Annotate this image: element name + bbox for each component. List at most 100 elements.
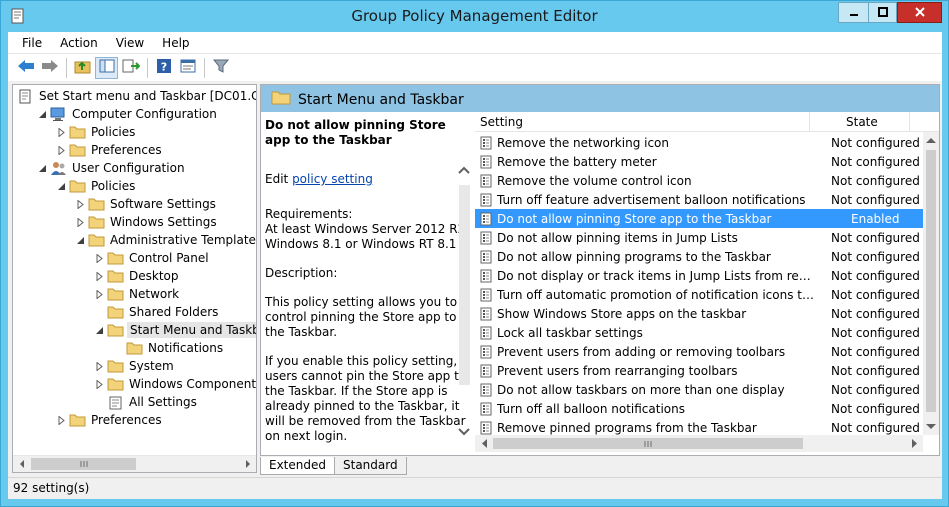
tree-node[interactable]: Policies bbox=[55, 177, 137, 195]
tree-node[interactable]: System bbox=[93, 357, 176, 375]
tree-node[interactable]: Preferences bbox=[55, 141, 164, 159]
scroll-up-arrow-icon[interactable] bbox=[458, 163, 470, 177]
tree-collapsed-icon[interactable] bbox=[93, 252, 105, 264]
tree-node[interactable]: Preferences bbox=[55, 411, 164, 429]
setting-state: Not configured bbox=[831, 382, 920, 397]
filter-button[interactable] bbox=[209, 57, 232, 79]
column-header-setting[interactable]: Setting bbox=[475, 112, 810, 131]
tree-horizontal-scrollbar[interactable] bbox=[13, 455, 256, 472]
tree-node[interactable]: All Settings bbox=[93, 393, 199, 411]
list-item[interactable]: Do not allow taskbars on more than one d… bbox=[475, 380, 923, 399]
list-item[interactable]: Do not display or track items in Jump Li… bbox=[475, 266, 923, 285]
scroll-right-arrow-icon[interactable] bbox=[239, 456, 256, 472]
policy-setting-icon bbox=[479, 174, 493, 188]
toolbar-separator bbox=[147, 57, 148, 78]
tree-node[interactable]: Computer Configuration bbox=[36, 105, 219, 123]
list-item[interactable]: Turn off all balloon notifications Not co… bbox=[475, 399, 923, 418]
tree-node-label: Preferences bbox=[91, 413, 162, 427]
tree-expanded-icon[interactable] bbox=[74, 234, 86, 246]
tree-node[interactable]: Set Start menu and Taskbar [DC01.CORP bbox=[17, 87, 256, 105]
list-item[interactable]: Remove the battery meter Not configured bbox=[475, 152, 923, 171]
list-item[interactable]: Remove the networking icon Not configured bbox=[475, 133, 923, 152]
list-item[interactable]: Do not allow pinning Store app to the Ta… bbox=[475, 209, 923, 228]
tree-node[interactable]: User Configuration bbox=[36, 159, 187, 177]
export-list-button[interactable] bbox=[119, 57, 142, 79]
policy-setting-icon bbox=[479, 231, 493, 245]
tree-expanded-icon[interactable] bbox=[36, 162, 48, 174]
scroll-left-arrow-icon[interactable] bbox=[13, 456, 30, 472]
minimize-button[interactable] bbox=[838, 2, 868, 23]
folder-icon bbox=[69, 143, 86, 158]
up-one-level-button[interactable] bbox=[71, 57, 94, 79]
list-item[interactable]: Turn off feature advertisement balloon n… bbox=[475, 190, 923, 209]
tree-collapsed-icon[interactable] bbox=[93, 378, 105, 390]
tree-node[interactable]: Shared Folders bbox=[93, 303, 220, 321]
tree-node[interactable]: Control Panel bbox=[93, 249, 211, 267]
tree-collapsed-icon[interactable] bbox=[74, 216, 86, 228]
scroll-up-arrow-icon[interactable] bbox=[926, 136, 936, 144]
title-bar[interactable]: Group Policy Management Editor bbox=[1, 1, 948, 32]
tree-node[interactable]: Start Menu and Taskbar bbox=[93, 321, 256, 339]
forward-button[interactable] bbox=[38, 57, 61, 79]
tree-node[interactable]: Notifications bbox=[112, 339, 225, 357]
list-item[interactable]: Prevent users from rearranging toolbars N… bbox=[475, 361, 923, 380]
setting-state: Not configured bbox=[831, 268, 920, 283]
policy-setting-link[interactable]: policy setting bbox=[292, 172, 373, 186]
list-scroll-thumb[interactable] bbox=[926, 150, 936, 412]
tree-node-label: Start Menu and Taskbar bbox=[127, 322, 256, 338]
list-hscroll-thumb[interactable] bbox=[493, 438, 803, 449]
show-hide-tree-button[interactable] bbox=[95, 56, 118, 79]
list-item[interactable]: Prevent users from adding or removing to… bbox=[475, 342, 923, 361]
description-scroll-thumb[interactable] bbox=[459, 185, 470, 385]
tree-pane[interactable]: Set Start menu and Taskbar [DC01.CORP Com… bbox=[12, 84, 257, 473]
client-area: Set Start menu and Taskbar [DC01.CORP Com… bbox=[8, 81, 942, 477]
list-item[interactable]: Lock all taskbar settings Not configured bbox=[475, 323, 923, 342]
tree-node-label: Desktop bbox=[129, 269, 179, 283]
tree-node[interactable]: Desktop bbox=[93, 267, 181, 285]
tab-standard[interactable]: Standard bbox=[334, 457, 407, 475]
tree-scroll-thumb[interactable] bbox=[31, 458, 136, 470]
menu-help[interactable]: Help bbox=[160, 35, 191, 51]
tree-expanded-icon[interactable] bbox=[93, 324, 105, 336]
list-item[interactable]: Do not allow pinning items in Jump Lists… bbox=[475, 228, 923, 247]
tree-collapsed-icon[interactable] bbox=[55, 414, 67, 426]
scroll-down-arrow-icon[interactable] bbox=[458, 425, 470, 439]
folder-icon bbox=[88, 233, 105, 248]
menu-file[interactable]: File bbox=[20, 35, 44, 51]
tree-node[interactable]: Windows Components bbox=[93, 375, 256, 393]
description-scrollbar[interactable] bbox=[456, 155, 473, 445]
tree-collapsed-icon[interactable] bbox=[55, 126, 67, 138]
tree-node[interactable]: Windows Settings bbox=[74, 213, 219, 231]
list-horizontal-scrollbar[interactable] bbox=[475, 435, 923, 452]
tree-collapsed-icon[interactable] bbox=[93, 270, 105, 282]
menu-action[interactable]: Action bbox=[58, 35, 100, 51]
scroll-left-arrow-icon[interactable] bbox=[480, 439, 488, 448]
tree-collapsed-icon[interactable] bbox=[93, 288, 105, 300]
list-item[interactable]: Show Windows Store apps on the taskbar No… bbox=[475, 304, 923, 323]
help-button[interactable]: ? bbox=[152, 57, 175, 79]
scroll-down-arrow-icon[interactable] bbox=[926, 423, 936, 431]
maximize-button[interactable] bbox=[868, 2, 897, 23]
tree-node[interactable]: Software Settings bbox=[74, 195, 218, 213]
tree-collapsed-icon[interactable] bbox=[74, 198, 86, 210]
column-header-state[interactable]: State bbox=[810, 112, 910, 131]
policy-setting-icon bbox=[479, 345, 493, 359]
tree-node[interactable]: Policies bbox=[55, 123, 137, 141]
tree-expanded-icon[interactable] bbox=[55, 180, 67, 192]
scroll-right-arrow-icon[interactable] bbox=[911, 439, 919, 448]
properties-button[interactable] bbox=[176, 57, 199, 79]
tree-collapsed-icon[interactable] bbox=[93, 360, 105, 372]
list-item[interactable]: Do not allow pinning programs to the Tas… bbox=[475, 247, 923, 266]
show-hide-tree-icon bbox=[99, 59, 115, 76]
tree-collapsed-icon[interactable] bbox=[55, 144, 67, 156]
close-button[interactable] bbox=[897, 2, 942, 23]
list-item[interactable]: Remove the volume control icon Not config… bbox=[475, 171, 923, 190]
tree-node[interactable]: Network bbox=[93, 285, 181, 303]
list-item[interactable]: Turn off automatic promotion of notifica… bbox=[475, 285, 923, 304]
tree-node[interactable]: Administrative Templates: Pol bbox=[74, 231, 256, 249]
tree-expanded-icon[interactable] bbox=[36, 108, 48, 120]
tab-extended[interactable]: Extended bbox=[260, 457, 335, 475]
menu-view[interactable]: View bbox=[114, 35, 146, 51]
back-button[interactable] bbox=[14, 57, 37, 79]
list-vertical-scrollbar[interactable] bbox=[923, 132, 939, 435]
